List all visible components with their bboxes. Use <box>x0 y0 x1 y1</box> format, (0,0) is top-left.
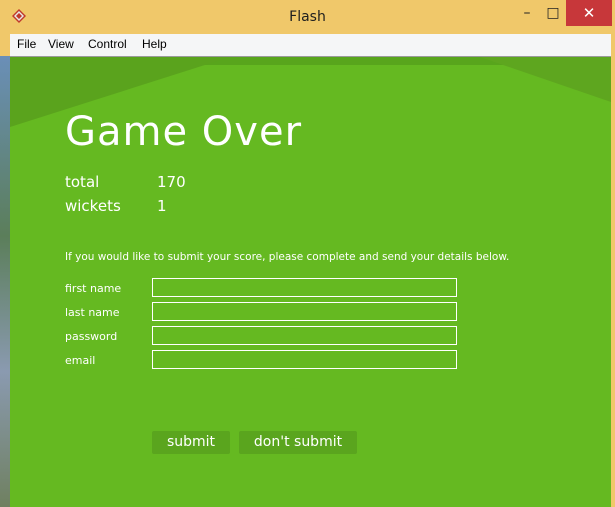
flash-window: Flash – □ ✕ File View Control Help Game … <box>0 0 615 507</box>
flash-stage: Game Over total 170 wickets 1 If you wou… <box>10 57 611 507</box>
last-name-label: last name <box>65 306 120 319</box>
menu-view[interactable]: View <box>48 34 74 55</box>
first-name-label: first name <box>65 282 122 295</box>
menu-bar: File View Control Help <box>10 34 611 57</box>
total-label: total <box>65 173 100 191</box>
desktop-background-strip <box>0 56 10 507</box>
dont-submit-button[interactable]: don't submit <box>239 431 357 454</box>
submit-prompt: If you would like to submit your score, … <box>65 251 510 263</box>
title-bar[interactable]: Flash – □ ✕ <box>0 0 615 34</box>
game-over-title: Game Over <box>65 109 303 155</box>
wickets-value: 1 <box>157 197 167 215</box>
close-button[interactable]: ✕ <box>566 0 612 26</box>
menu-control[interactable]: Control <box>88 34 127 55</box>
email-label: email <box>65 354 96 367</box>
first-name-input[interactable] <box>152 278 457 297</box>
menu-help[interactable]: Help <box>142 34 167 55</box>
email-input[interactable] <box>152 350 457 369</box>
total-value: 170 <box>157 173 186 191</box>
last-name-input[interactable] <box>152 302 457 321</box>
wickets-label: wickets <box>65 197 121 215</box>
maximize-button[interactable]: □ <box>540 0 566 26</box>
password-input[interactable] <box>152 326 457 345</box>
password-label: password <box>65 330 118 343</box>
submit-button[interactable]: submit <box>152 431 230 454</box>
menu-file[interactable]: File <box>17 34 36 55</box>
minimize-button[interactable]: – <box>514 0 540 26</box>
